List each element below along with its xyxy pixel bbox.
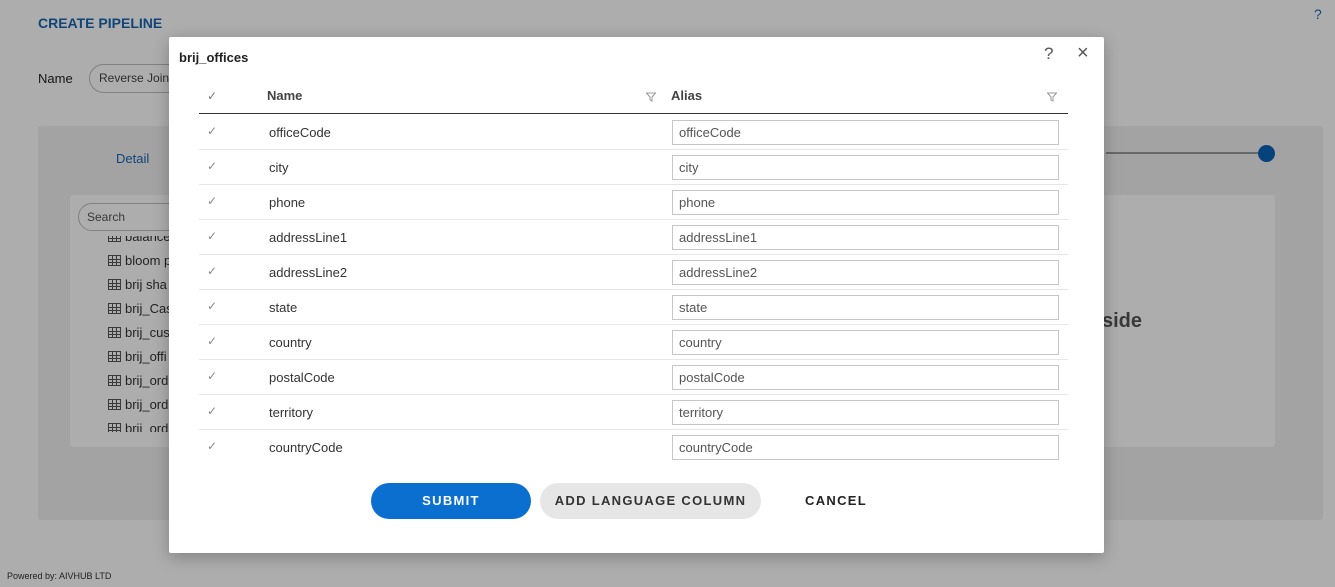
- row-check-icon[interactable]: ✓: [207, 264, 217, 278]
- table-row[interactable]: ✓ phone: [199, 185, 1068, 220]
- row-check-icon[interactable]: ✓: [207, 229, 217, 243]
- alias-input[interactable]: [672, 295, 1059, 320]
- row-check-icon[interactable]: ✓: [207, 299, 217, 313]
- alias-input[interactable]: [672, 330, 1059, 355]
- table-row[interactable]: ✓ territory: [199, 395, 1068, 430]
- columns-grid: ✓ Name Alias ✓ officeCode ✓ city ✓ phone: [199, 78, 1068, 463]
- dialog-title: brij_offices: [179, 50, 249, 65]
- row-check-icon[interactable]: ✓: [207, 404, 217, 418]
- add-language-column-button[interactable]: ADD LANGUAGE COLUMN: [540, 483, 761, 519]
- grid-body: ✓ officeCode ✓ city ✓ phone ✓ addressLin…: [199, 115, 1068, 463]
- row-check-icon[interactable]: ✓: [207, 334, 217, 348]
- alias-filter-icon[interactable]: [1047, 92, 1057, 102]
- column-name: addressLine1: [269, 230, 348, 245]
- table-row[interactable]: ✓ countryCode: [199, 430, 1068, 463]
- table-row[interactable]: ✓ country: [199, 325, 1068, 360]
- column-name: country: [269, 335, 312, 350]
- column-name: officeCode: [269, 125, 331, 140]
- alias-input[interactable]: [672, 190, 1059, 215]
- row-check-icon[interactable]: ✓: [207, 439, 217, 453]
- alias-input[interactable]: [672, 155, 1059, 180]
- column-name: state: [269, 300, 298, 315]
- table-row[interactable]: ✓ state: [199, 290, 1068, 325]
- column-name: postalCode: [269, 370, 335, 385]
- row-check-icon[interactable]: ✓: [207, 194, 217, 208]
- column-name: addressLine2: [269, 265, 348, 280]
- column-name: phone: [269, 195, 306, 210]
- name-filter-icon[interactable]: [646, 92, 656, 102]
- row-check-icon[interactable]: ✓: [207, 159, 217, 173]
- grid-header: ✓ Name Alias: [199, 78, 1068, 114]
- table-row[interactable]: ✓ addressLine2: [199, 255, 1068, 290]
- submit-button[interactable]: SUBMIT: [371, 483, 531, 519]
- table-row[interactable]: ✓ addressLine1: [199, 220, 1068, 255]
- alias-input[interactable]: [672, 260, 1059, 285]
- table-row[interactable]: ✓ officeCode: [199, 115, 1068, 150]
- column-name: city: [269, 160, 289, 175]
- table-row[interactable]: ✓ postalCode: [199, 360, 1068, 395]
- select-all-check-icon[interactable]: ✓: [199, 89, 269, 103]
- column-alias-dialog: brij_offices ? × ✓ Name Alias ✓ officeCo…: [169, 37, 1104, 553]
- table-row[interactable]: ✓ city: [199, 150, 1068, 185]
- alias-input[interactable]: [672, 435, 1059, 460]
- row-check-icon[interactable]: ✓: [207, 124, 217, 138]
- close-icon[interactable]: ×: [1077, 43, 1089, 63]
- row-check-icon[interactable]: ✓: [207, 369, 217, 383]
- name-column-header[interactable]: Name: [267, 88, 302, 103]
- alias-input[interactable]: [672, 365, 1059, 390]
- column-name: countryCode: [269, 440, 343, 455]
- alias-column-header[interactable]: Alias: [671, 88, 702, 103]
- alias-input[interactable]: [672, 400, 1059, 425]
- column-name: territory: [269, 405, 314, 420]
- question-icon[interactable]: ?: [1044, 44, 1053, 64]
- cancel-button[interactable]: CANCEL: [785, 483, 887, 519]
- alias-input[interactable]: [672, 120, 1059, 145]
- alias-input[interactable]: [672, 225, 1059, 250]
